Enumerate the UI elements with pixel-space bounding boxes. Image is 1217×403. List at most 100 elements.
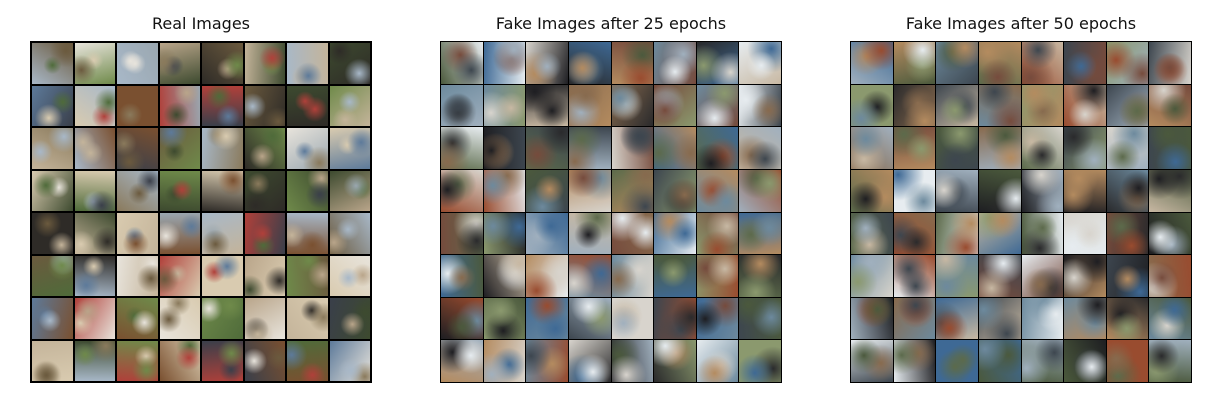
fake-25-image-tile bbox=[441, 127, 483, 169]
fake-25-image-tile bbox=[739, 297, 781, 340]
fake-25-image-tile bbox=[568, 127, 611, 169]
fake-25-image-tile bbox=[654, 127, 696, 169]
fake-50-image-tile bbox=[1021, 212, 1064, 255]
fake-50-image-tile bbox=[936, 127, 978, 169]
fake-50-image-tile bbox=[1021, 169, 1064, 212]
fake-25-image-tile bbox=[526, 42, 568, 84]
real-image-tile bbox=[329, 128, 370, 169]
fake-50-image-tile bbox=[1106, 255, 1149, 297]
fake-50-image-tile bbox=[893, 212, 936, 255]
fake-50-image-tile bbox=[851, 42, 893, 84]
fake-50-image-tile bbox=[1149, 169, 1191, 212]
fake-25-image-tile bbox=[696, 297, 739, 340]
fake-25-image-tile bbox=[441, 255, 483, 297]
real-image-tile bbox=[32, 255, 73, 296]
fake-50-image-tile bbox=[978, 127, 1021, 169]
real-image-tile bbox=[159, 298, 200, 339]
real-image-tile bbox=[287, 85, 328, 126]
fake-25-image-tile bbox=[483, 42, 526, 84]
fake-50-image-tile bbox=[1106, 297, 1149, 340]
fake-25-image-tile bbox=[441, 297, 483, 340]
real-image-tile bbox=[32, 128, 73, 169]
fake-25-image-tile bbox=[526, 84, 568, 127]
fake-50-image-tile bbox=[851, 127, 893, 169]
fake-25-image-tile bbox=[441, 84, 483, 127]
fake-25-image-tile bbox=[654, 340, 696, 382]
real-image-tile bbox=[287, 170, 328, 211]
fake-50-image-tile bbox=[936, 297, 978, 340]
fake-25-image-tile bbox=[654, 297, 696, 340]
fake-25-image-tile bbox=[611, 127, 654, 169]
fake-50-image-tile bbox=[893, 297, 936, 340]
real-image-tile bbox=[159, 43, 200, 84]
fake-25-image-tile bbox=[696, 169, 739, 212]
fake-25-image-tile bbox=[739, 42, 781, 84]
fake-25-images-grid bbox=[440, 41, 782, 383]
fake-25-image-tile bbox=[611, 297, 654, 340]
fake-50-image-tile bbox=[1106, 127, 1149, 169]
real-image-tile bbox=[287, 255, 328, 296]
real-image-tile bbox=[244, 128, 285, 169]
fake-50-image-tile bbox=[1021, 42, 1064, 84]
real-image-tile bbox=[32, 85, 73, 126]
fake-25-image-tile bbox=[696, 84, 739, 127]
fake-25-image-tile bbox=[483, 84, 526, 127]
fake-50-image-tile bbox=[978, 84, 1021, 127]
fake-50-image-tile bbox=[851, 297, 893, 340]
panel-title-real: Real Images bbox=[151, 14, 251, 33]
real-image-tile bbox=[202, 340, 243, 381]
real-image-tile bbox=[244, 255, 285, 296]
fake-25-image-tile bbox=[739, 127, 781, 169]
fake-50-image-tile bbox=[978, 340, 1021, 382]
fake-25-image-tile bbox=[739, 340, 781, 382]
real-image-tile bbox=[159, 170, 200, 211]
fake-50-image-tile bbox=[1021, 297, 1064, 340]
fake-50-image-tile bbox=[893, 169, 936, 212]
real-image-tile bbox=[32, 43, 73, 84]
fake-50-image-tile bbox=[1149, 255, 1191, 297]
fake-50-image-tile bbox=[936, 84, 978, 127]
real-image-tile bbox=[287, 298, 328, 339]
real-image-tile bbox=[244, 170, 285, 211]
fake-50-image-tile bbox=[1064, 255, 1106, 297]
fake-25-image-tile bbox=[526, 212, 568, 255]
fake-25-image-tile bbox=[568, 84, 611, 127]
fake-25-image-tile bbox=[654, 169, 696, 212]
real-image-tile bbox=[74, 255, 115, 296]
real-image-tile bbox=[117, 340, 158, 381]
fake-50-image-tile bbox=[1064, 127, 1106, 169]
fake-50-image-tile bbox=[1064, 84, 1106, 127]
real-image-tile bbox=[244, 213, 285, 254]
real-image-tile bbox=[287, 213, 328, 254]
fake-25-image-tile bbox=[441, 42, 483, 84]
fake-50-image-tile bbox=[851, 255, 893, 297]
real-image-tile bbox=[117, 85, 158, 126]
real-image-tile bbox=[32, 340, 73, 381]
real-image-tile bbox=[74, 128, 115, 169]
real-image-tile bbox=[159, 340, 200, 381]
fake-50-image-tile bbox=[1106, 169, 1149, 212]
real-image-tile bbox=[287, 340, 328, 381]
fake-25-image-tile bbox=[654, 255, 696, 297]
real-image-tile bbox=[202, 298, 243, 339]
fake-25-image-tile bbox=[739, 255, 781, 297]
fake-50-image-tile bbox=[1021, 84, 1064, 127]
fake-50-image-tile bbox=[1106, 42, 1149, 84]
fake-25-image-tile bbox=[739, 84, 781, 127]
fake-25-image-tile bbox=[441, 169, 483, 212]
fake-50-image-tile bbox=[893, 255, 936, 297]
fake-25-image-tile bbox=[526, 297, 568, 340]
fake-50-image-tile bbox=[1106, 340, 1149, 382]
fake-25-image-tile bbox=[611, 340, 654, 382]
fake-50-image-tile bbox=[1149, 127, 1191, 169]
fake-25-image-tile bbox=[568, 255, 611, 297]
fake-25-image-tile bbox=[568, 169, 611, 212]
fake-50-images-grid bbox=[850, 41, 1192, 383]
fake-50-image-tile bbox=[851, 340, 893, 382]
fake-50-image-tile bbox=[1064, 297, 1106, 340]
fake-25-image-tile bbox=[526, 169, 568, 212]
real-image-tile bbox=[159, 255, 200, 296]
real-image-tile bbox=[159, 85, 200, 126]
fake-25-image-tile bbox=[696, 212, 739, 255]
fake-50-image-tile bbox=[978, 297, 1021, 340]
